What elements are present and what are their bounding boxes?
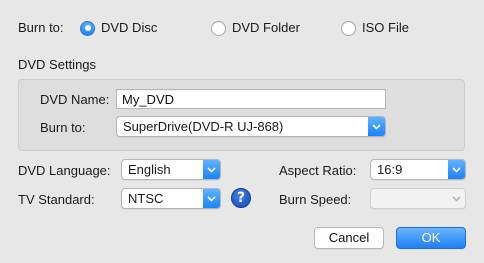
- dvd-name-label: DVD Name:: [40, 92, 110, 107]
- radio-dvd-disc-label: DVD Disc: [101, 20, 158, 35]
- burn-to-drive-value: SuperDrive(DVD-R UJ-868): [123, 119, 284, 134]
- radio-dvd-disc[interactable]: DVD Disc: [80, 20, 157, 36]
- chevron-down-icon: [203, 189, 220, 208]
- tv-standard-select[interactable]: NTSC: [121, 188, 221, 209]
- radio-dvd-folder-label: DVD Folder: [232, 20, 300, 35]
- burn-speed-value: [371, 189, 448, 208]
- burn-speed-select[interactable]: [370, 188, 466, 209]
- burn-to-drive-label: Burn to:: [40, 120, 86, 135]
- dvd-language-select[interactable]: English: [121, 159, 221, 180]
- burn-to-drive-select[interactable]: SuperDrive(DVD-R UJ-868): [116, 116, 386, 137]
- radio-unselected-icon: [341, 20, 356, 36]
- radio-selected-icon: [80, 20, 95, 36]
- aspect-ratio-value: 16:9: [377, 162, 403, 177]
- aspect-ratio-select[interactable]: 16:9: [370, 159, 466, 180]
- chevron-down-icon: [448, 189, 465, 208]
- cancel-button[interactable]: Cancel: [314, 227, 384, 249]
- help-icon[interactable]: ?: [231, 188, 251, 208]
- radio-iso-file-label: ISO File: [362, 20, 409, 35]
- tv-standard-value: NTSC: [128, 191, 164, 206]
- dvd-name-input[interactable]: My_DVD: [116, 89, 386, 109]
- radio-dvd-folder[interactable]: DVD Folder: [211, 20, 300, 36]
- radio-iso-file[interactable]: ISO File: [341, 20, 409, 36]
- dvd-settings-title: DVD Settings: [18, 57, 97, 72]
- chevron-down-icon: [203, 160, 220, 179]
- burn-speed-label: Burn Speed:: [279, 192, 352, 207]
- dvd-language-value: English: [128, 162, 171, 177]
- burn-to-label: Burn to:: [18, 20, 64, 35]
- radio-unselected-icon: [211, 20, 226, 36]
- chevron-down-icon: [368, 117, 385, 136]
- ok-button[interactable]: OK: [396, 227, 466, 249]
- tv-standard-label: TV Standard:: [18, 192, 95, 207]
- aspect-ratio-label: Aspect Ratio:: [279, 163, 357, 178]
- chevron-down-icon: [448, 160, 465, 179]
- dvd-language-label: DVD Language:: [18, 163, 111, 178]
